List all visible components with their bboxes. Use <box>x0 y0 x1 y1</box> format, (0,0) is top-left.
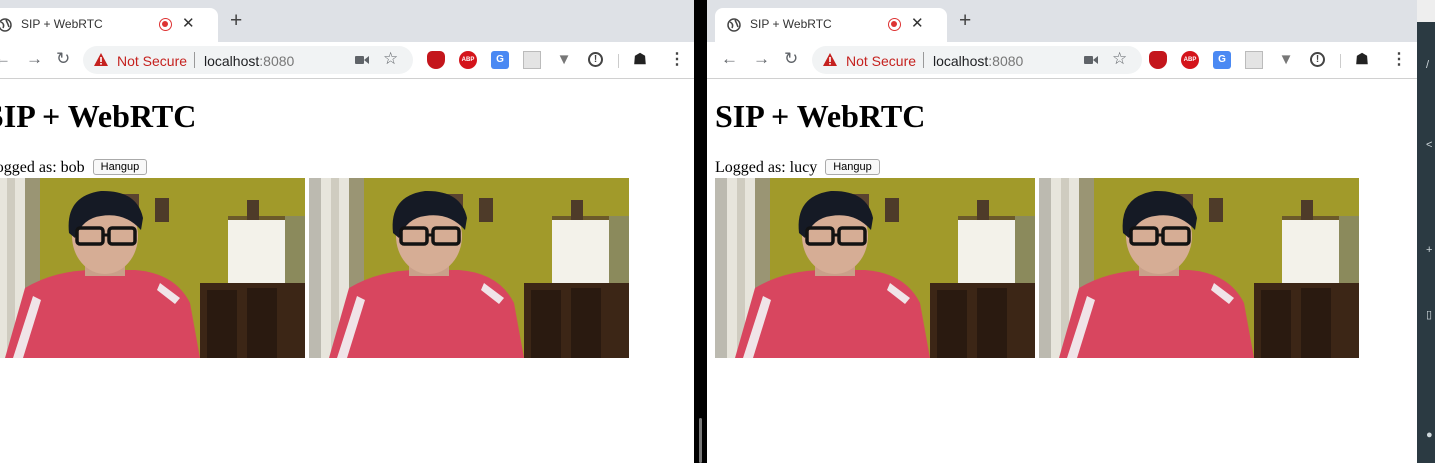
recording-indicator-icon <box>159 18 172 31</box>
toolbar-separator <box>618 54 619 68</box>
info-extension-icon[interactable]: ! <box>1310 52 1325 67</box>
not-secure-label[interactable]: Not Secure <box>846 53 916 69</box>
browser-toolbar: ← → ↻ Not Secure localhost:8080 ☆ ABP G … <box>0 42 694 79</box>
globe-icon <box>0 18 12 32</box>
side-panel-glyph: + <box>1426 244 1433 256</box>
tab-strip: SIP + WebRTC ✕ + <box>0 0 694 42</box>
address-bar[interactable]: Not Secure localhost:8080 ☆ <box>812 46 1142 74</box>
side-panel-top <box>1417 0 1435 22</box>
right-side-panel: / < + ▯ ● <box>1417 0 1435 463</box>
recording-indicator-icon <box>888 18 901 31</box>
camera-icon[interactable] <box>355 55 369 65</box>
close-tab-icon[interactable]: ✕ <box>911 14 924 32</box>
url-host: localhost <box>204 53 260 69</box>
toolbar-separator <box>1340 54 1341 68</box>
info-extension-icon[interactable]: ! <box>588 52 603 67</box>
new-tab-button[interactable]: + <box>959 10 971 31</box>
bookmark-star-icon[interactable]: ☆ <box>1112 49 1127 69</box>
address-bar[interactable]: Not Secure localhost:8080 ☆ <box>83 46 413 74</box>
globe-icon <box>727 18 741 32</box>
tab-strip: SIP + WebRTC ✕ + <box>707 0 1417 42</box>
incognito-avatar-icon[interactable]: ☗ <box>631 51 649 69</box>
reload-icon[interactable]: ↻ <box>56 50 70 68</box>
logged-as-text: Logged as: lucy <box>715 159 818 176</box>
back-arrow-icon[interactable]: ← <box>721 50 738 68</box>
hangup-button[interactable]: Hangup <box>825 159 880 175</box>
window-divider <box>694 0 707 463</box>
omnibox-separator <box>923 52 924 68</box>
adblock-plus-extension-icon[interactable]: ABP <box>1181 51 1199 69</box>
browser-window-left: SIP + WebRTC ✕ + ← → ↻ Not Secure localh… <box>0 0 694 463</box>
browser-window-right: SIP + WebRTC ✕ + ← → ↻ Not Secure localh… <box>707 0 1417 463</box>
url-text[interactable]: localhost:8080 <box>204 53 294 69</box>
logged-as-text: Logged as: bob <box>0 159 85 176</box>
url-port: :8080 <box>259 53 295 69</box>
side-panel-glyph: / <box>1426 59 1430 71</box>
url-text[interactable]: localhost:8080 <box>933 53 1023 69</box>
google-translate-extension-icon[interactable]: G <box>1213 51 1231 69</box>
resize-grip[interactable] <box>699 418 702 463</box>
page-heading: SIP + WebRTC <box>0 98 197 134</box>
page-content: SIP + WebRTC Logged as: bob Hangup <box>0 80 694 463</box>
remote-video <box>309 178 629 358</box>
tab-title: SIP + WebRTC <box>21 17 103 31</box>
page-content: SIP + WebRTC Logged as: lucy Hangup <box>707 80 1417 463</box>
vee-extension-icon[interactable]: ▼ <box>1277 51 1295 69</box>
grey-extension-icon[interactable] <box>1245 51 1263 69</box>
reload-icon[interactable]: ↻ <box>784 50 798 68</box>
close-tab-icon[interactable]: ✕ <box>182 14 195 32</box>
browser-tab[interactable]: SIP + WebRTC ✕ <box>0 8 218 42</box>
side-panel-glyph: < <box>1426 139 1433 151</box>
logged-as-line: Logged as: bob Hangup <box>0 159 148 177</box>
remote-video <box>1039 178 1359 358</box>
local-video <box>0 178 305 358</box>
logged-as-line: Logged as: lucy Hangup <box>715 159 880 177</box>
camera-icon[interactable] <box>1084 55 1098 65</box>
url-host: localhost <box>933 53 989 69</box>
menu-kebab-icon[interactable]: ⋮ <box>1391 51 1407 69</box>
vee-extension-icon[interactable]: ▼ <box>555 51 573 69</box>
ublock-extension-icon[interactable] <box>427 51 445 69</box>
browser-toolbar: ← → ↻ Not Secure localhost:8080 ☆ ABP G … <box>707 42 1417 79</box>
not-secure-label[interactable]: Not Secure <box>117 53 187 69</box>
omnibox-separator <box>194 52 195 68</box>
url-port: :8080 <box>988 53 1024 69</box>
google-translate-extension-icon[interactable]: G <box>491 51 509 69</box>
hangup-button[interactable]: Hangup <box>92 159 148 175</box>
forward-arrow-icon[interactable]: → <box>26 50 43 68</box>
bookmark-star-icon[interactable]: ☆ <box>383 49 398 69</box>
side-panel-glyph: ● <box>1426 429 1433 441</box>
incognito-avatar-icon[interactable]: ☗ <box>1353 51 1371 69</box>
page-heading: SIP + WebRTC <box>715 98 926 134</box>
warning-triangle-icon <box>823 53 837 66</box>
adblock-plus-extension-icon[interactable]: ABP <box>459 51 477 69</box>
tab-title: SIP + WebRTC <box>750 17 832 31</box>
warning-triangle-icon <box>94 53 108 66</box>
browser-tab[interactable]: SIP + WebRTC ✕ <box>715 8 947 42</box>
ublock-extension-icon[interactable] <box>1149 51 1167 69</box>
menu-kebab-icon[interactable]: ⋮ <box>669 51 685 69</box>
local-video <box>715 178 1035 358</box>
grey-extension-icon[interactable] <box>523 51 541 69</box>
side-panel-glyph: ▯ <box>1426 309 1433 321</box>
forward-arrow-icon[interactable]: → <box>753 50 770 68</box>
back-arrow-icon[interactable]: ← <box>0 50 11 68</box>
new-tab-button[interactable]: + <box>230 10 242 31</box>
